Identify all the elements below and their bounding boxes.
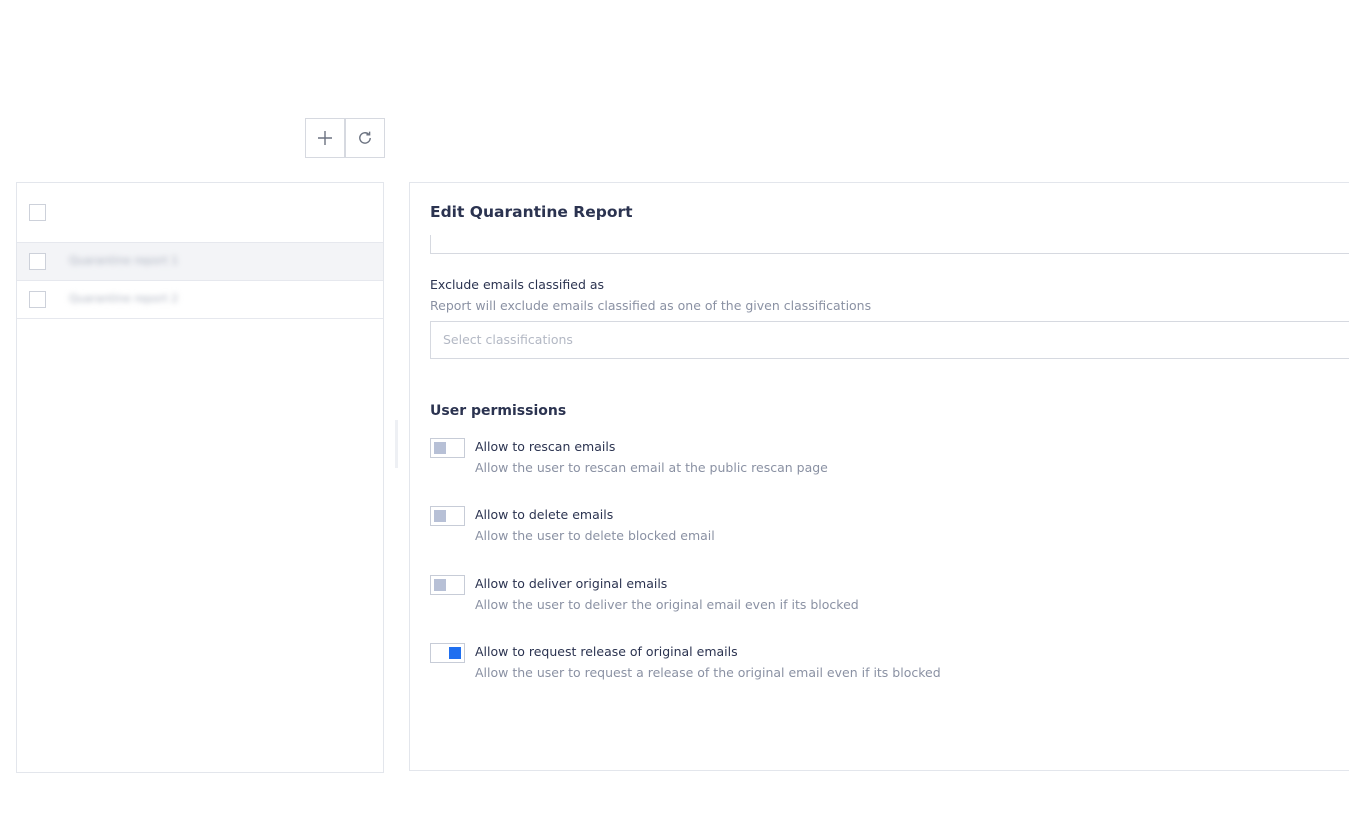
list-item[interactable]: Quarantine report 2 bbox=[17, 281, 383, 319]
refresh-icon bbox=[359, 131, 371, 144]
exclude-help: Report will exclude emails classified as… bbox=[430, 298, 872, 313]
list-item[interactable]: Quarantine report 1 bbox=[17, 243, 383, 281]
permission-help: Allow the user to rescan email at the pu… bbox=[475, 460, 828, 475]
request-release-toggle[interactable] bbox=[430, 643, 465, 663]
permission-request-release: Allow to request release of original ema… bbox=[430, 643, 1130, 683]
row-checkbox[interactable] bbox=[29, 253, 46, 270]
permission-help: Allow the user to delete blocked email bbox=[475, 528, 715, 543]
plus-icon bbox=[318, 131, 332, 145]
toggle-knob bbox=[434, 510, 446, 522]
exclude-label: Exclude emails classified as bbox=[430, 277, 605, 292]
permissions-title: User permissions bbox=[430, 403, 567, 419]
select-all-checkbox[interactable] bbox=[29, 204, 46, 221]
permission-delete: Allow to delete emails Allow the user to… bbox=[430, 506, 1130, 546]
permission-label: Allow to request release of original ema… bbox=[475, 644, 738, 659]
edit-report-panel: Edit Quarantine Report Exclude emails cl… bbox=[409, 182, 1349, 771]
panel-resize-handle[interactable] bbox=[395, 420, 398, 468]
list-toolbar bbox=[305, 118, 385, 158]
toggle-knob bbox=[434, 442, 446, 454]
delete-toggle[interactable] bbox=[430, 506, 465, 526]
truncated-field[interactable] bbox=[430, 235, 1349, 254]
permission-label: Allow to delete emails bbox=[475, 507, 614, 522]
list-header bbox=[17, 183, 383, 243]
permission-deliver: Allow to deliver original emails Allow t… bbox=[430, 575, 1130, 615]
add-button[interactable] bbox=[305, 118, 345, 158]
permission-label: Allow to rescan emails bbox=[475, 439, 616, 454]
toggle-knob bbox=[434, 579, 446, 591]
list-item-label: Quarantine report 2 bbox=[69, 292, 179, 305]
rescan-toggle[interactable] bbox=[430, 438, 465, 458]
permission-label: Allow to deliver original emails bbox=[475, 576, 668, 591]
permission-help: Allow the user to request a release of t… bbox=[475, 665, 941, 680]
row-checkbox[interactable] bbox=[29, 291, 46, 308]
list-item-label: Quarantine report 1 bbox=[69, 254, 179, 267]
permission-help: Allow the user to deliver the original e… bbox=[475, 597, 859, 612]
toggle-knob bbox=[449, 647, 461, 659]
permission-rescan: Allow to rescan emails Allow the user to… bbox=[430, 438, 1130, 478]
page-title: Edit Quarantine Report bbox=[430, 203, 633, 221]
refresh-button[interactable] bbox=[345, 118, 385, 158]
classifications-select[interactable]: Select classifications bbox=[430, 321, 1349, 359]
report-list: Quarantine report 1 Quarantine report 2 bbox=[16, 182, 384, 773]
deliver-toggle[interactable] bbox=[430, 575, 465, 595]
